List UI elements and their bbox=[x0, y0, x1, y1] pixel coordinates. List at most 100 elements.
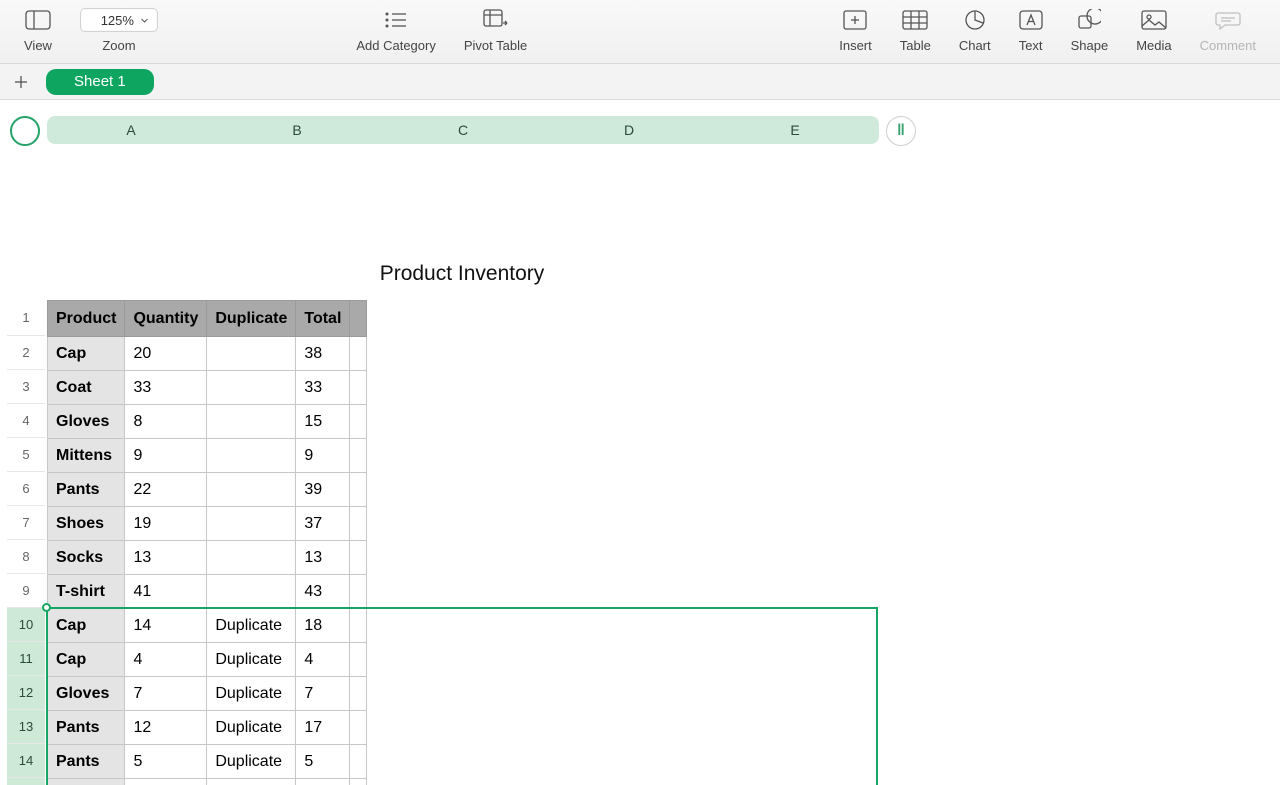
cell-blank[interactable] bbox=[350, 677, 367, 711]
row-number[interactable]: 7 bbox=[7, 506, 45, 540]
cell-blank[interactable] bbox=[350, 371, 367, 405]
table-row[interactable]: Cap14Duplicate18 bbox=[48, 609, 367, 643]
header-cell[interactable]: Quantity bbox=[125, 301, 207, 337]
cell-quantity[interactable]: 19 bbox=[125, 507, 207, 541]
table-row[interactable]: Shoes19 37 bbox=[48, 507, 367, 541]
add-sheet-button[interactable] bbox=[10, 71, 32, 93]
row-number[interactable]: 11 bbox=[7, 642, 45, 676]
row-head-cell[interactable]: Pants bbox=[48, 473, 125, 507]
cell-duplicate[interactable] bbox=[207, 439, 296, 473]
cell-total[interactable]: 13 bbox=[296, 541, 350, 575]
row-number[interactable]: 5 bbox=[7, 438, 45, 472]
insert-button[interactable]: Insert bbox=[825, 0, 886, 63]
row-head-cell[interactable]: Shoes bbox=[48, 779, 125, 785]
cell-total[interactable]: 18 bbox=[296, 609, 350, 643]
cell-blank[interactable] bbox=[350, 609, 367, 643]
header-cell[interactable] bbox=[350, 301, 367, 337]
cell-total[interactable]: 39 bbox=[296, 473, 350, 507]
cell-quantity[interactable]: 13 bbox=[125, 541, 207, 575]
cell-blank[interactable] bbox=[350, 439, 367, 473]
cell-blank[interactable] bbox=[350, 337, 367, 371]
row-head-cell[interactable]: Gloves bbox=[48, 677, 125, 711]
cell-quantity[interactable]: 33 bbox=[125, 371, 207, 405]
row-head-cell[interactable]: Cap bbox=[48, 643, 125, 677]
row-number[interactable]: 14 bbox=[7, 744, 45, 778]
table-row[interactable]: Socks1313 bbox=[48, 541, 367, 575]
table-button[interactable]: Table bbox=[886, 0, 945, 63]
select-all-ring[interactable] bbox=[10, 116, 40, 146]
comment-button[interactable]: Comment bbox=[1186, 0, 1270, 63]
cell-duplicate[interactable]: Duplicate bbox=[207, 745, 296, 779]
zoom-button[interactable]: 125% Zoom bbox=[66, 0, 172, 63]
cell-blank[interactable] bbox=[350, 541, 367, 575]
add-category-button[interactable]: Add Category bbox=[342, 0, 450, 63]
header-cell[interactable]: Duplicate bbox=[207, 301, 296, 337]
row-head-cell[interactable]: Shoes bbox=[48, 507, 125, 541]
cell-blank[interactable] bbox=[350, 745, 367, 779]
cell-duplicate[interactable] bbox=[207, 575, 296, 609]
cell-total[interactable]: 33 bbox=[296, 371, 350, 405]
header-cell[interactable]: Total bbox=[296, 301, 350, 337]
data-table[interactable]: ProductQuantityDuplicateTotal Cap2038Coa… bbox=[47, 300, 367, 785]
row-number[interactable]: 4 bbox=[7, 404, 45, 438]
row-head-cell[interactable]: Coat bbox=[48, 371, 125, 405]
cell-quantity[interactable]: 8 bbox=[125, 405, 207, 439]
column-header-B[interactable]: B bbox=[214, 117, 380, 143]
column-header-C[interactable]: C bbox=[380, 117, 546, 143]
row-number[interactable]: 8 bbox=[7, 540, 45, 574]
zoom-value-pill[interactable]: 125% bbox=[80, 8, 158, 32]
cell-duplicate[interactable] bbox=[207, 473, 296, 507]
cell-total[interactable]: 43 bbox=[296, 575, 350, 609]
table-row[interactable]: Coat3333 bbox=[48, 371, 367, 405]
shape-button[interactable]: Shape bbox=[1057, 0, 1123, 63]
cell-quantity[interactable]: 22 bbox=[125, 473, 207, 507]
row-head-cell[interactable]: Cap bbox=[48, 337, 125, 371]
cell-blank[interactable] bbox=[350, 473, 367, 507]
cell-duplicate[interactable]: Duplicate bbox=[207, 677, 296, 711]
column-header-E[interactable]: E bbox=[712, 117, 878, 143]
cell-blank[interactable] bbox=[350, 507, 367, 541]
pivot-table-button[interactable]: Pivot Table bbox=[450, 0, 541, 63]
cell-blank[interactable] bbox=[350, 575, 367, 609]
cell-quantity[interactable]: 14 bbox=[125, 609, 207, 643]
cell-total[interactable]: 38 bbox=[296, 337, 350, 371]
row-head-cell[interactable]: Gloves bbox=[48, 405, 125, 439]
cell-total[interactable]: 18 bbox=[296, 779, 350, 785]
row-number[interactable]: 10 bbox=[7, 608, 45, 642]
cell-quantity[interactable]: 5 bbox=[125, 745, 207, 779]
row-number[interactable]: 6 bbox=[7, 472, 45, 506]
table-row[interactable]: Cap4Duplicate4 bbox=[48, 643, 367, 677]
table-row[interactable]: T-shirt4143 bbox=[48, 575, 367, 609]
table-row[interactable]: Pants22 39 bbox=[48, 473, 367, 507]
row-head-cell[interactable]: Pants bbox=[48, 711, 125, 745]
row-number[interactable]: 2 bbox=[7, 336, 45, 370]
cell-total[interactable]: 37 bbox=[296, 507, 350, 541]
row-number[interactable]: 13 bbox=[7, 710, 45, 744]
row-head-cell[interactable]: Mittens bbox=[48, 439, 125, 473]
row-number[interactable]: 9 bbox=[7, 574, 45, 608]
table-row[interactable]: Shoes18Duplicate18 bbox=[48, 779, 367, 785]
cell-blank[interactable] bbox=[350, 643, 367, 677]
cell-duplicate[interactable] bbox=[207, 541, 296, 575]
row-head-cell[interactable]: Cap bbox=[48, 609, 125, 643]
row-head-cell[interactable]: T-shirt bbox=[48, 575, 125, 609]
table-row[interactable]: Gloves7Duplicate7 bbox=[48, 677, 367, 711]
cell-total[interactable]: 17 bbox=[296, 711, 350, 745]
column-header-A[interactable]: A bbox=[48, 117, 214, 143]
column-header-D[interactable]: D bbox=[546, 117, 712, 143]
row-head-cell[interactable]: Pants bbox=[48, 745, 125, 779]
cell-total[interactable]: 5 bbox=[296, 745, 350, 779]
cell-blank[interactable] bbox=[350, 405, 367, 439]
row-head-cell[interactable]: Socks bbox=[48, 541, 125, 575]
cell-quantity[interactable]: 12 bbox=[125, 711, 207, 745]
cell-blank[interactable] bbox=[350, 711, 367, 745]
table-row[interactable]: Gloves815 bbox=[48, 405, 367, 439]
cell-quantity[interactable]: 7 bbox=[125, 677, 207, 711]
cell-duplicate[interactable]: Duplicate bbox=[207, 779, 296, 785]
cell-duplicate[interactable]: Duplicate bbox=[207, 711, 296, 745]
media-button[interactable]: Media bbox=[1122, 0, 1185, 63]
cell-quantity[interactable]: 18 bbox=[125, 779, 207, 785]
cell-total[interactable]: 9 bbox=[296, 439, 350, 473]
cell-total[interactable]: 7 bbox=[296, 677, 350, 711]
cell-duplicate[interactable] bbox=[207, 337, 296, 371]
